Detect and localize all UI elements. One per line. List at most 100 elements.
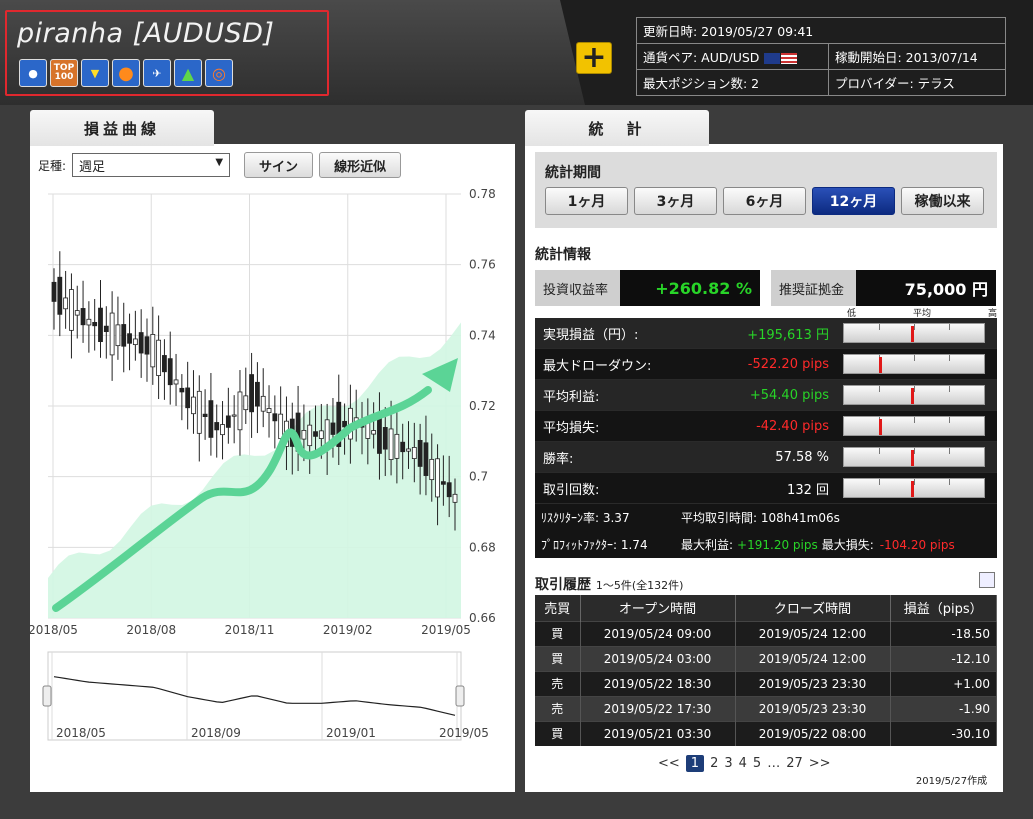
timeframe-select[interactable]: 週足 ▼ [72, 153, 231, 177]
page-link[interactable]: … [767, 756, 780, 771]
page-link[interactable]: 1 [685, 755, 705, 772]
period-since-start-button[interactable]: 稼働以来 [901, 187, 984, 215]
history-row[interactable]: 買 2019/05/24 09:00 2019/05/24 12:00 -18.50 [535, 620, 997, 646]
stat-row: 勝率: 57.58 % [535, 442, 997, 473]
candle-body [266, 408, 272, 414]
candle-body [63, 297, 69, 310]
y-tick-label: 0.68 [469, 540, 496, 554]
target-icon[interactable]: ◎ [205, 59, 233, 87]
history-row[interactable]: 買 2019/05/21 03:30 2019/05/22 08:00 -30.10 [535, 720, 997, 746]
candle-body [162, 355, 167, 373]
stat-row: 取引回数: 132 回 [535, 473, 997, 504]
y-tick-label: 0.78 [469, 187, 496, 201]
tree-icon[interactable]: ▲ [174, 59, 202, 87]
period-6m-button[interactable]: 6ヶ月 [723, 187, 806, 215]
wakaba-icon[interactable]: ▼ [81, 59, 109, 87]
currency-pair: 通貨ペア: AUD/USD [636, 43, 829, 70]
candle-body [173, 379, 179, 385]
stat-period-label: 統計期間 [545, 165, 601, 181]
candle-body [371, 430, 377, 435]
stats-mini-row-1: ﾘｽｸﾘﾀｰﾝ率: 3.37 平均取引時間: 108h41m06s [535, 504, 997, 531]
candle-body [51, 281, 57, 302]
profit-factor: ﾌﾟﾛﾌｨｯﾄﾌｧｸﾀｰ: 1.74 [541, 538, 648, 552]
stat-period-box: 統計期間 1ヶ月 3ヶ月 6ヶ月 12ヶ月 稼働以来 [535, 152, 997, 228]
trade-open-time: 2019/05/21 03:30 [580, 720, 736, 746]
trade-history-label: 取引履歴 [535, 577, 591, 593]
trade-side: 売 [535, 670, 581, 696]
created-date: 2019/5/27作成 [903, 769, 1000, 789]
history-row[interactable]: 買 2019/05/24 03:00 2019/05/24 12:00 -12.10 [535, 645, 997, 671]
candle-body [109, 312, 115, 356]
stats-mini-row-2: ﾌﾟﾛﾌｨｯﾄﾌｧｸﾀｰ: 1.74 最大利益: +191.20 pips 最大… [535, 531, 997, 558]
y-axis-ticks: 0.78 0.76 0.74 0.72 0.7 0.68 0.66 [469, 187, 496, 625]
candle-body [132, 338, 138, 346]
trade-open-time: 2019/05/24 03:00 [580, 645, 736, 671]
candle-body [167, 358, 173, 386]
provider: プロバイダー: テラス [828, 69, 1006, 96]
margin-label: 推奨証拠金 [771, 270, 856, 306]
timeframe-label: 足種: [38, 158, 67, 173]
period-3m-button[interactable]: 3ヶ月 [634, 187, 717, 215]
candle-body [225, 415, 231, 428]
x-tick-label: 2019/05 [421, 623, 471, 637]
candle-body [394, 433, 400, 459]
trade-history-table: 売買 オープン時間 クローズ時間 損益（pips） 買 2019/05/24 09… [535, 595, 997, 746]
page-link[interactable]: 2 [710, 756, 718, 771]
col-close: クローズ時間 [735, 595, 891, 621]
page-link[interactable]: 4 [739, 756, 747, 771]
candle-body [196, 390, 202, 434]
candle-body [202, 413, 208, 417]
page-link[interactable]: >> [809, 756, 831, 771]
tab-stats[interactable]: 統 計 [525, 110, 709, 146]
currency-pair-text: 通貨ペア: AUD/USD [643, 50, 760, 65]
x-tick-label: 2018/08 [126, 623, 176, 637]
candle-body [446, 482, 452, 498]
stat-gauge [843, 354, 985, 374]
trade-side: 買 [535, 620, 581, 646]
trade-pl: -1.90 [890, 695, 997, 721]
candle-body [411, 447, 417, 459]
history-row[interactable]: 売 2019/05/22 18:30 2019/05/23 23:30 +1.00 [535, 670, 997, 696]
beginner-icon[interactable]: ● [19, 59, 47, 87]
navigator-left-handle[interactable] [42, 685, 52, 707]
candle-body [92, 322, 98, 327]
y-tick-label: 0.76 [469, 258, 496, 272]
trade-close-time: 2019/05/24 12:00 [735, 620, 891, 646]
page-link[interactable]: 5 [753, 756, 761, 771]
candle-body [318, 430, 324, 439]
x-tick-label: 2018/05 [30, 623, 78, 637]
stat-gauge [843, 385, 985, 405]
candle-body [330, 422, 336, 435]
candle-body [307, 424, 313, 447]
candle-body [243, 395, 249, 411]
tab-pl-curve[interactable]: 損益曲線 [30, 110, 214, 146]
candle-body [121, 324, 127, 347]
top100-icon[interactable]: TOP 100 [50, 59, 78, 87]
page-link[interactable]: << [658, 756, 680, 771]
history-row[interactable]: 売 2019/05/22 17:30 2019/05/23 23:30 -1.90 [535, 695, 997, 721]
page-link[interactable]: 3 [724, 756, 732, 771]
stat-value: -42.40 pips [756, 418, 829, 434]
navigator-right-handle[interactable] [455, 685, 465, 707]
export-icon[interactable] [979, 572, 995, 588]
badge-row: ● TOP 100 ▼ ● ✈ ▲ ◎ [19, 59, 233, 87]
stat-label: 勝率: [543, 451, 574, 467]
stat-label: 平均利益: [543, 389, 600, 405]
orange-ball-icon[interactable]: ● [112, 59, 140, 87]
y-tick-label: 0.7 [469, 470, 488, 484]
period-1m-button[interactable]: 1ヶ月 [545, 187, 628, 215]
strategy-info-table: 更新日時: 2019/05/27 09:41 通貨ペア: AUD/USD 稼動開… [636, 17, 1006, 96]
pl-chart[interactable]: 0.780.760.740.720.70.680.66 2018/05 2018/… [30, 180, 515, 750]
trade-open-time: 2019/05/22 17:30 [580, 695, 736, 721]
period-12m-button[interactable]: 12ヶ月 [812, 187, 895, 215]
page-link[interactable]: 27 [786, 756, 803, 771]
australia-flag-icon [764, 53, 781, 64]
candle-body [138, 332, 144, 354]
sign-button[interactable]: サイン [244, 152, 314, 178]
linear-approx-button[interactable]: 線形近似 [319, 152, 402, 178]
x-tick-label: 2018/11 [225, 623, 275, 637]
add-favorite-button[interactable]: + [576, 42, 612, 74]
trade-pl: +1.00 [890, 670, 997, 696]
stat-row: 平均利益: +54.40 pips [535, 380, 997, 411]
runner-icon[interactable]: ✈ [143, 59, 171, 87]
